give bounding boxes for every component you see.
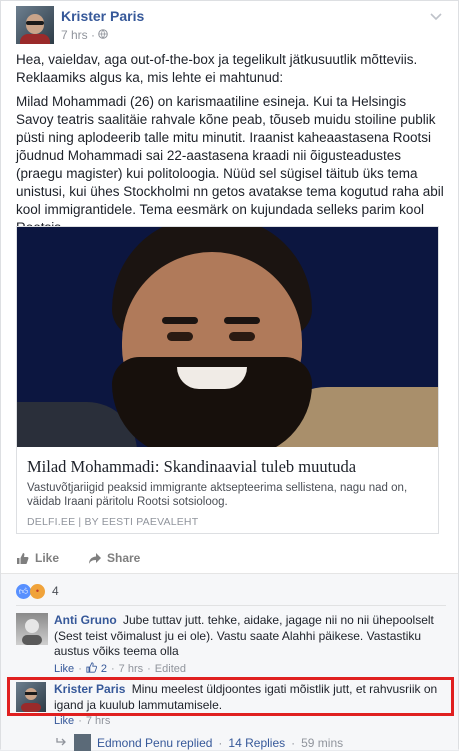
author-avatar[interactable]: [16, 6, 54, 44]
thumbs-up-icon: [86, 662, 97, 676]
reply-summary[interactable]: Edmond Penu replied · 14 Replies · 59 mi…: [56, 734, 343, 751]
post-body: Hea, vaieldav, aga out-of-the-box ja teg…: [16, 51, 446, 243]
post-paragraph-intro: Hea, vaieldav, aga out-of-the-box ja teg…: [16, 52, 418, 85]
reactions-summary[interactable]: 👍︎ • 4: [16, 583, 59, 599]
link-description: Vastuvõtjariigid peaksid immigrante akts…: [27, 482, 408, 508]
comment-body: Anti Gruno Jube tuttav jutt. tehke, aida…: [54, 613, 444, 660]
commenter-avatar[interactable]: [16, 613, 48, 645]
like-reaction-icon: 👍︎: [16, 583, 31, 599]
reply-arrow-icon: [56, 736, 68, 750]
reactions-count: 4: [52, 584, 59, 598]
comment-meta: Like · 7 hrs: [54, 715, 111, 727]
like-label: Like: [35, 551, 60, 565]
comment-like-link[interactable]: Like: [54, 663, 74, 675]
comment-edited[interactable]: Edited: [155, 663, 186, 675]
reply-count[interactable]: 14 Replies: [228, 736, 285, 750]
share-label: Share: [107, 551, 141, 565]
replier-avatar[interactable]: [74, 734, 91, 751]
share-icon: [88, 552, 101, 565]
globe-icon: [98, 28, 109, 42]
highlight-box: [7, 677, 454, 716]
comment-meta: Like · 2 · 7 hrs · Edited: [54, 662, 186, 676]
like-button[interactable]: Like: [16, 551, 59, 565]
post-paragraph-quote: Milad Mohammadi (26) on karismaatiline e…: [16, 94, 444, 235]
chevron-down-icon[interactable]: [430, 10, 442, 24]
link-preview-image[interactable]: [17, 227, 438, 447]
link-title[interactable]: Milad Mohammadi: Skandinaavial tuleb muu…: [27, 457, 356, 477]
comments-divider: [16, 605, 446, 606]
post-time[interactable]: 7 hrs: [61, 28, 88, 42]
comment-like-link[interactable]: Like: [54, 715, 74, 727]
post-meta: 7 hrs ·: [61, 28, 109, 42]
comment-like-count[interactable]: 2: [101, 663, 107, 675]
thumbs-up-icon: [16, 552, 29, 565]
author-name[interactable]: Krister Paris: [61, 8, 144, 24]
link-source: DELFI.EE | BY EESTI PAEVALEHT: [27, 516, 199, 528]
reply-time: 59 mins: [301, 735, 344, 750]
comment-time[interactable]: 7 hrs: [119, 663, 143, 675]
share-button[interactable]: Share: [88, 551, 140, 565]
post-header: Krister Paris 7 hrs ·: [16, 6, 446, 44]
comment-time[interactable]: 7 hrs: [86, 715, 110, 727]
post-card: Krister Paris 7 hrs · Hea, vaieldav, aga…: [0, 0, 459, 751]
link-preview-card[interactable]: Milad Mohammadi: Skandinaavial tuleb muu…: [16, 226, 439, 534]
angry-reaction-icon: •: [30, 583, 45, 599]
reply-summary-text[interactable]: Edmond Penu replied: [97, 736, 212, 750]
commenter-name[interactable]: Anti Gruno: [54, 613, 117, 627]
